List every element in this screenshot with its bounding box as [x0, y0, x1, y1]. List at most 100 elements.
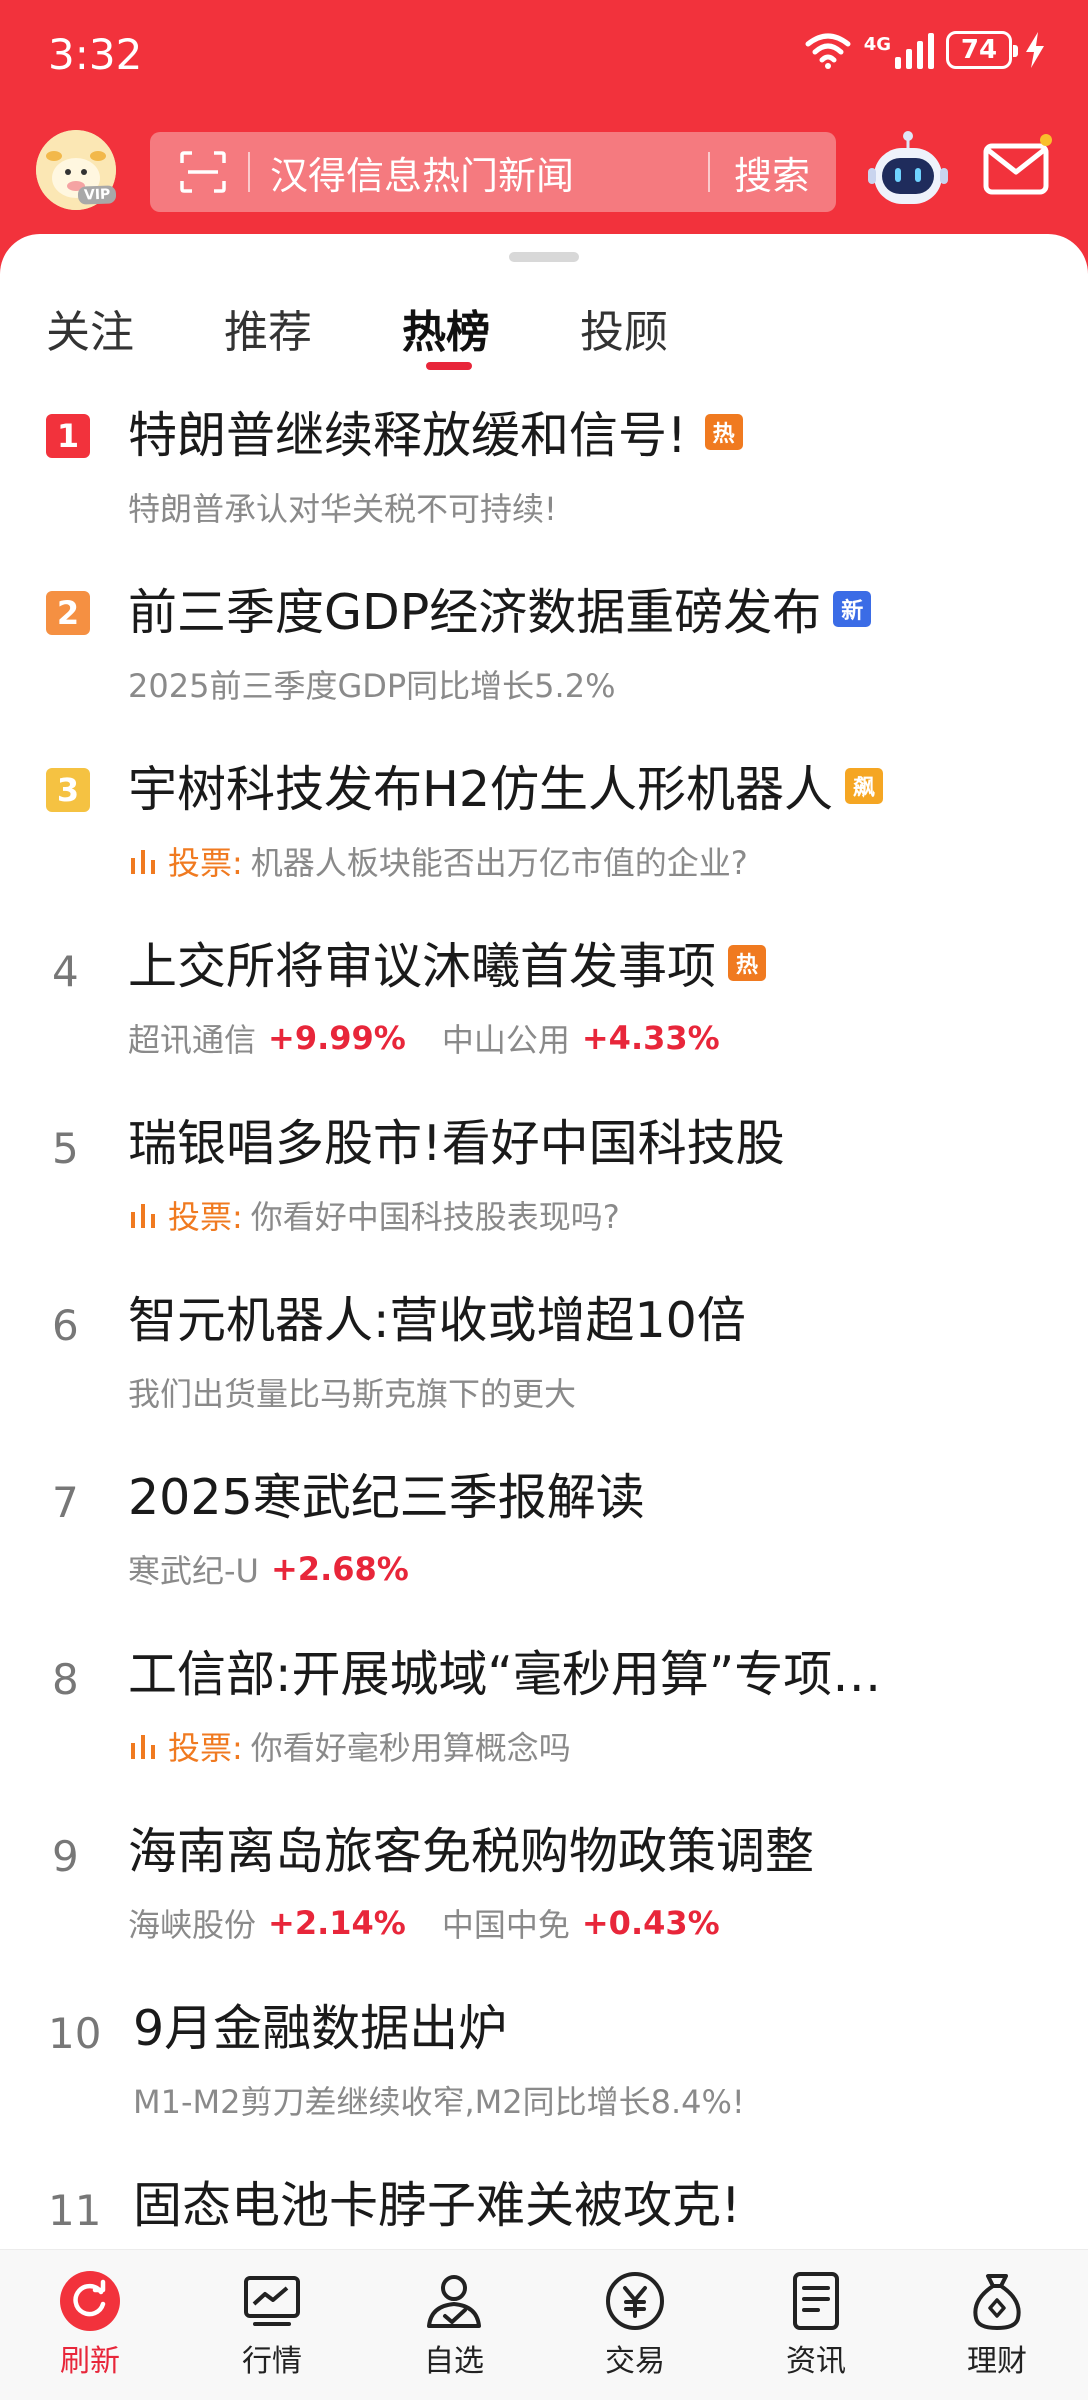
rank-number: 5 — [52, 1124, 79, 1173]
vote-label: 投票: — [168, 1729, 243, 1767]
list-item[interactable]: 10 9月金融数据出炉 M1-M2剪刀差继续收窄,M2同比增长8.4%! — [18, 1977, 1070, 2154]
item-title: 智元机器人:营收或增超10倍 — [128, 1292, 746, 1349]
vote-row[interactable]: 投票: 你看好毫秒用算概念吗 — [128, 1723, 571, 1769]
vote-question: 你看好毫秒用算概念吗 — [250, 1729, 571, 1767]
rank-number: 7 — [52, 1478, 79, 1527]
vote-label: 投票: — [168, 844, 243, 882]
rank-number: 11 — [48, 2186, 102, 2235]
nav-label: 行情 — [242, 2344, 302, 2379]
vip-badge: VIP — [77, 185, 117, 205]
stock-name[interactable]: 中山公用 — [442, 1015, 570, 1061]
document-icon — [793, 2272, 839, 2330]
drag-handle[interactable] — [509, 252, 579, 262]
tab-bar: 关注 推荐 热榜 投顾 — [0, 296, 1088, 376]
nav-label: 自选 — [424, 2344, 484, 2379]
item-title: 工信部:开展城域“毫秒用算”专项… — [128, 1646, 882, 1703]
search-divider — [248, 152, 250, 192]
rank-number: 10 — [48, 2009, 102, 2058]
tab-recommend[interactable]: 推荐 — [224, 296, 312, 360]
related-stocks: 海峡股份 +2.14% 中国中免 +0.43% — [128, 1900, 756, 1946]
nav-news[interactable]: 资讯 — [756, 2270, 876, 2380]
vote-question: 机器人板块能否出万亿市值的企业? — [250, 844, 748, 882]
status-icons: 4G 74 — [804, 30, 1046, 70]
wifi-icon — [805, 33, 851, 69]
battery-level: 74 — [960, 35, 998, 65]
nav-refresh[interactable]: 刷新 — [30, 2270, 150, 2380]
bottom-nav: 刷新 行情 自选 交易 资讯 理财 — [0, 2249, 1088, 2400]
robot-assistant-icon[interactable] — [868, 128, 948, 212]
search-button[interactable]: 搜索 — [734, 145, 810, 200]
item-title: 前三季度GDP经济数据重磅发布 — [128, 584, 822, 641]
item-subtitle: 特朗普承认对华关税不可持续! — [128, 490, 557, 528]
stock-name[interactable]: 中国中免 — [442, 1900, 570, 1946]
rank-number: 9 — [52, 1832, 79, 1881]
item-title: 9月金融数据出炉 — [133, 2000, 508, 2057]
vote-row[interactable]: 投票: 你看好中国科技股表现吗? — [128, 1192, 620, 1238]
stock-change: +0.43% — [581, 1904, 720, 1942]
stock-change: +2.68% — [270, 1550, 409, 1588]
stock-change: +2.14% — [268, 1904, 406, 1942]
item-subtitle: 我们出货量比马斯克旗下的更大 — [128, 1375, 577, 1413]
list-item[interactable]: 7 2025寒武纪三季报解读 寒武纪-U +2.68% — [18, 1446, 1070, 1623]
status-bar: 3:32 4G 74 — [0, 0, 1088, 115]
list-item[interactable]: 8 工信部:开展城域“毫秒用算”专项… 投票: 你看好毫秒用算概念吗 — [18, 1623, 1070, 1800]
nav-label: 交易 — [605, 2344, 665, 2379]
item-title: 固态电池卡脖子难关被攻克! — [133, 2177, 741, 2234]
tab-follow[interactable]: 关注 — [46, 296, 134, 360]
list-item[interactable]: 9 海南离岛旅客免税购物政策调整 海峡股份 +2.14% 中国中免 +0.43% — [18, 1800, 1070, 1977]
tab-hot-list[interactable]: 热榜 — [402, 296, 490, 360]
item-title: 上交所将审议沐曦首发事项 — [128, 938, 717, 995]
vote-bars-icon — [131, 1204, 155, 1228]
nav-label: 刷新 — [60, 2344, 120, 2379]
stock-name[interactable]: 寒武纪-U — [128, 1546, 259, 1592]
hot-tag: 热 — [704, 413, 743, 450]
rank-number: 4 — [52, 947, 79, 996]
item-subtitle: M1-M2剪刀差继续收窄,M2同比增长8.4%! — [133, 2083, 745, 2121]
money-bag-icon — [973, 2274, 1021, 2330]
item-subtitle: 2025前三季度GDP同比增长5.2% — [128, 667, 616, 705]
nav-wealth[interactable]: 理财 — [937, 2270, 1057, 2380]
battery-icon: 74 — [946, 31, 1018, 69]
top-header: VIP 汉得信息热门新闻 搜索 — [0, 128, 1088, 224]
network-type: 4G — [863, 34, 891, 55]
tab-advisor[interactable]: 投顾 — [580, 296, 668, 360]
list-item[interactable]: 1 特朗普继续释放缓和信号! 热 特朗普承认对华关税不可持续! — [18, 384, 1070, 561]
search-input[interactable]: 汉得信息热门新闻 — [270, 145, 708, 200]
nav-watchlist[interactable]: 自选 — [394, 2270, 514, 2380]
content-panel: 关注 推荐 热榜 投顾 1 特朗普继续释放缓和信号! 热 特朗普承认对华关税不可… — [0, 234, 1088, 2249]
stock-name[interactable]: 超讯通信 — [128, 1015, 256, 1061]
list-item[interactable]: 2 前三季度GDP经济数据重磅发布 新 2025前三季度GDP同比增长5.2% — [18, 561, 1070, 738]
search-bar[interactable]: 汉得信息热门新闻 搜索 — [150, 132, 836, 212]
stock-name[interactable]: 海峡股份 — [128, 1900, 256, 1946]
scan-icon[interactable] — [178, 149, 228, 195]
stock-change: +4.33% — [581, 1019, 720, 1057]
vote-question: 你看好中国科技股表现吗? — [250, 1198, 620, 1236]
user-check-icon — [427, 2275, 481, 2328]
nav-market[interactable]: 行情 — [212, 2270, 332, 2380]
rank-badge: 2 — [46, 591, 90, 635]
rank-number: 6 — [52, 1301, 79, 1350]
list-item[interactable]: 3 宇树科技发布H2仿生人形机器人 飙 投票: 机器人板块能否出万亿市值的企业? — [18, 738, 1070, 915]
new-tag: 新 — [833, 590, 872, 627]
list-item[interactable]: 11 固态电池卡脖子难关被攻克! — [18, 2154, 1070, 2249]
refresh-icon — [60, 2271, 120, 2331]
charging-bolt-icon — [1026, 32, 1044, 68]
stock-change: +9.99% — [268, 1019, 406, 1057]
rank-number: 8 — [52, 1655, 79, 1704]
list-item[interactable]: 6 智元机器人:营收或增超10倍 我们出货量比马斯克旗下的更大 — [18, 1269, 1070, 1446]
list-item[interactable]: 5 瑞银唱多股市!看好中国科技股 投票: 你看好中国科技股表现吗? — [18, 1092, 1070, 1269]
item-title: 特朗普继续释放缓和信号! — [128, 407, 687, 464]
status-time: 3:32 — [48, 30, 143, 79]
active-tab-indicator — [426, 362, 472, 370]
list-item[interactable]: 4 上交所将审议沐曦首发事项 热 超讯通信 +9.99% 中山公用 +4.33% — [18, 915, 1070, 1092]
nav-label: 理财 — [967, 2344, 1027, 2379]
nav-label: 资讯 — [786, 2344, 846, 2379]
vote-row[interactable]: 投票: 机器人板块能否出万亿市值的企业? — [128, 838, 748, 884]
nav-trade[interactable]: 交易 — [575, 2270, 695, 2380]
rank-badge: 1 — [46, 414, 90, 458]
related-stocks: 寒武纪-U +2.68% — [128, 1546, 445, 1592]
vote-bars-icon — [131, 1735, 155, 1759]
vote-bars-icon — [131, 850, 155, 874]
yuan-icon — [606, 2272, 664, 2330]
related-stocks: 超讯通信 +9.99% 中山公用 +4.33% — [128, 1015, 756, 1061]
